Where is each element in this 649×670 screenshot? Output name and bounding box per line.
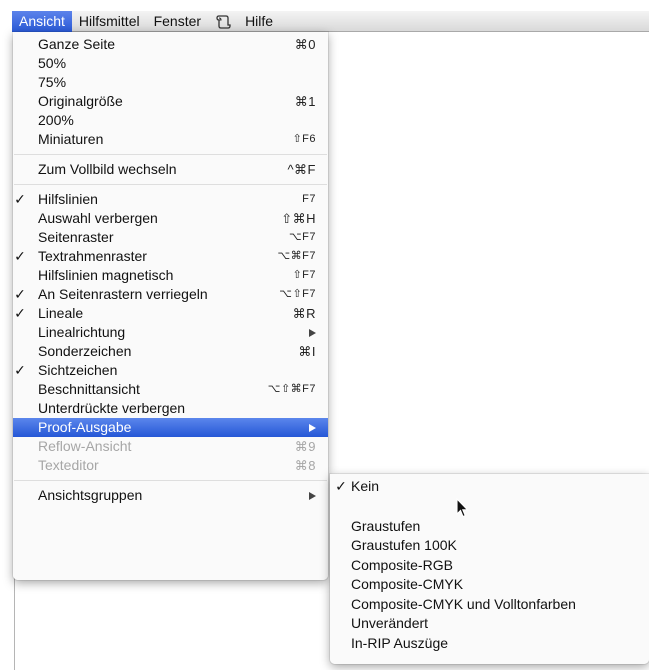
menu-item-texteditor: Texteditor ⌘8	[13, 456, 328, 475]
menu-bar: Ansicht Hilfsmittel Fenster Hilfe	[12, 10, 649, 32]
menu-item-label: Zum Vollbild wechseln	[38, 161, 177, 177]
menu-item-label: 75%	[38, 74, 67, 90]
checkmark-icon: ✓	[14, 248, 26, 264]
menu-item-label: Seitenraster	[38, 229, 114, 245]
menu-item-label: An Seitenrastern verriegeln	[38, 286, 208, 302]
submenu-item-label: Kein	[351, 478, 380, 494]
menu-item-reflow-ansicht: Reflow-Ansicht ⌘9	[13, 437, 328, 456]
ansicht-menu: Ganze Seite ⌘0 50% 75% Originalgröße ⌘1 …	[13, 32, 328, 580]
shortcut: ⌘I	[298, 344, 316, 359]
submenu-item-composite-cmyk-volltonfarben[interactable]: Composite-CMYK und Volltonfarben	[330, 595, 649, 615]
menu-item-200[interactable]: 200%	[13, 111, 328, 130]
shortcut: ⌥F7	[288, 231, 316, 243]
shortcut: ⌘R	[292, 306, 316, 321]
submenu-arrow-icon	[309, 328, 316, 337]
menu-item-label: 200%	[38, 112, 74, 128]
menubar-ansicht[interactable]: Ansicht	[12, 10, 72, 32]
submenu-item-unveraendert[interactable]: Unverändert	[330, 614, 649, 634]
menu-item-lineale[interactable]: ✓ Lineale ⌘R	[13, 304, 328, 323]
submenu-item-label: Composite-CMYK und Volltonfarben	[351, 595, 576, 612]
submenu-item-label: Composite-RGB	[351, 556, 453, 573]
menu-item-label: Lineale	[38, 305, 84, 321]
checkmark-icon: ✓	[335, 478, 347, 494]
menu-item-originalgroesse[interactable]: Originalgröße ⌘1	[13, 92, 328, 111]
shortcut: ⇧⌘H	[281, 211, 316, 226]
menu-item-label: Ganze Seite	[38, 36, 116, 52]
submenu-arrow-icon	[309, 423, 316, 432]
menu-item-auswahl-verbergen[interactable]: Auswahl verbergen ⇧⌘H	[13, 209, 328, 228]
menu-separator	[13, 149, 328, 160]
menu-item-linealrichtung[interactable]: Linealrichtung	[13, 323, 328, 342]
menu-item-hilfslinien-magnetisch[interactable]: Hilfslinien magnetisch ⇧F7	[13, 266, 328, 285]
menu-item-miniaturen[interactable]: Miniaturen ⇧F6	[13, 130, 328, 149]
menu-item-label: Originalgröße	[38, 93, 123, 109]
menu-item-label: Proof-Ausgabe	[38, 419, 132, 435]
proof-ausgabe-submenu: ✓ Kein Graustufen Graustufen 100K Compos…	[330, 474, 649, 664]
submenu-item-in-rip-auszuege[interactable]: In-RIP Auszüge	[330, 634, 649, 654]
submenu-gap	[330, 497, 649, 517]
menu-item-label: Reflow-Ansicht	[38, 438, 132, 454]
shortcut: ⇧F7	[292, 269, 316, 281]
menu-item-label: 50%	[38, 55, 67, 71]
shortcut: ⌥⌘F7	[277, 250, 316, 262]
menu-item-unterdrueckte-verbergen[interactable]: Unterdrückte verbergen	[13, 399, 328, 418]
menu-item-label: Textrahmenraster	[38, 248, 147, 264]
menu-item-hilfslinien[interactable]: ✓ Hilfslinien F7	[13, 190, 328, 209]
menu-item-vollbild[interactable]: Zum Vollbild wechseln ^⌘F	[13, 160, 328, 179]
submenu-item-label: Unverändert	[351, 615, 429, 631]
menu-item-label: Hilfslinien magnetisch	[38, 267, 174, 283]
submenu-item-label: In-RIP Auszüge	[351, 634, 449, 651]
menu-item-ganze-seite[interactable]: Ganze Seite ⌘0	[13, 35, 328, 54]
shortcut: ⌥⇧⌘F7	[267, 383, 316, 395]
submenu-item-kein[interactable]: ✓ Kein	[330, 477, 649, 497]
submenu-item-graustufen[interactable]: Graustufen	[330, 517, 649, 537]
shortcut: ⌘0	[294, 37, 316, 52]
menu-item-label: Miniaturen	[38, 131, 104, 147]
shortcut: ⇧F6	[292, 133, 316, 145]
submenu-item-label: Composite-CMYK	[351, 576, 464, 592]
mouse-pointer-icon	[456, 497, 470, 521]
submenu-arrow-icon	[309, 491, 316, 500]
menu-item-label: Hilfslinien	[38, 191, 98, 207]
menu-item-label: Texteditor	[38, 457, 99, 473]
menu-item-label: Ansichtsgruppen	[38, 487, 143, 503]
menu-item-label: Sichtzeichen	[38, 362, 118, 378]
submenu-item-composite-cmyk[interactable]: Composite-CMYK	[330, 575, 649, 595]
shortcut: ⌘8	[294, 458, 316, 473]
checkmark-icon: ✓	[14, 191, 26, 207]
script-icon[interactable]	[208, 11, 238, 32]
menubar-hilfe[interactable]: Hilfe	[238, 11, 280, 32]
shortcut: ^⌘F	[287, 162, 316, 177]
menu-item-75[interactable]: 75%	[13, 73, 328, 92]
submenu-item-label: Graustufen	[351, 517, 421, 534]
shortcut: F7	[302, 193, 316, 205]
menu-item-sichtzeichen[interactable]: ✓ Sichtzeichen	[13, 361, 328, 380]
menu-item-50[interactable]: 50%	[13, 54, 328, 73]
menubar-fenster[interactable]: Fenster	[147, 11, 208, 32]
menu-item-textrahmenraster[interactable]: ✓ Textrahmenraster ⌥⌘F7	[13, 247, 328, 266]
menu-item-label: Linealrichtung	[38, 324, 126, 340]
menu-item-proof-ausgabe[interactable]: Proof-Ausgabe	[13, 418, 328, 437]
menu-item-seitenraster[interactable]: Seitenraster ⌥F7	[13, 228, 328, 247]
menu-item-label: Unterdrückte verbergen	[38, 400, 186, 416]
menu-separator	[13, 179, 328, 190]
menu-item-label: Auswahl verbergen	[38, 210, 158, 226]
submenu-item-label: Graustufen 100K	[351, 537, 457, 553]
menu-item-beschnittansicht[interactable]: Beschnittansicht ⌥⇧⌘F7	[13, 380, 328, 399]
menu-item-seitenrastern-verriegeln[interactable]: ✓ An Seitenrastern verriegeln ⌥⇧F7	[13, 285, 328, 304]
submenu-item-composite-rgb[interactable]: Composite-RGB	[330, 556, 649, 576]
menu-separator	[13, 475, 328, 486]
menu-item-label: Beschnittansicht	[38, 381, 140, 397]
shortcut: ⌘1	[294, 94, 316, 109]
shortcut: ⌥⇧F7	[279, 288, 316, 300]
menubar-hilfsmittel[interactable]: Hilfsmittel	[72, 11, 147, 32]
shortcut: ⌘9	[294, 439, 316, 454]
menu-item-ansichtsgruppen[interactable]: Ansichtsgruppen	[13, 486, 328, 505]
checkmark-icon: ✓	[14, 286, 26, 302]
menu-item-sonderzeichen[interactable]: Sonderzeichen ⌘I	[13, 342, 328, 361]
menu-item-label: Sonderzeichen	[38, 343, 132, 359]
checkmark-icon: ✓	[14, 362, 26, 378]
checkmark-icon: ✓	[14, 305, 26, 321]
submenu-item-graustufen-100k[interactable]: Graustufen 100K	[330, 536, 649, 556]
